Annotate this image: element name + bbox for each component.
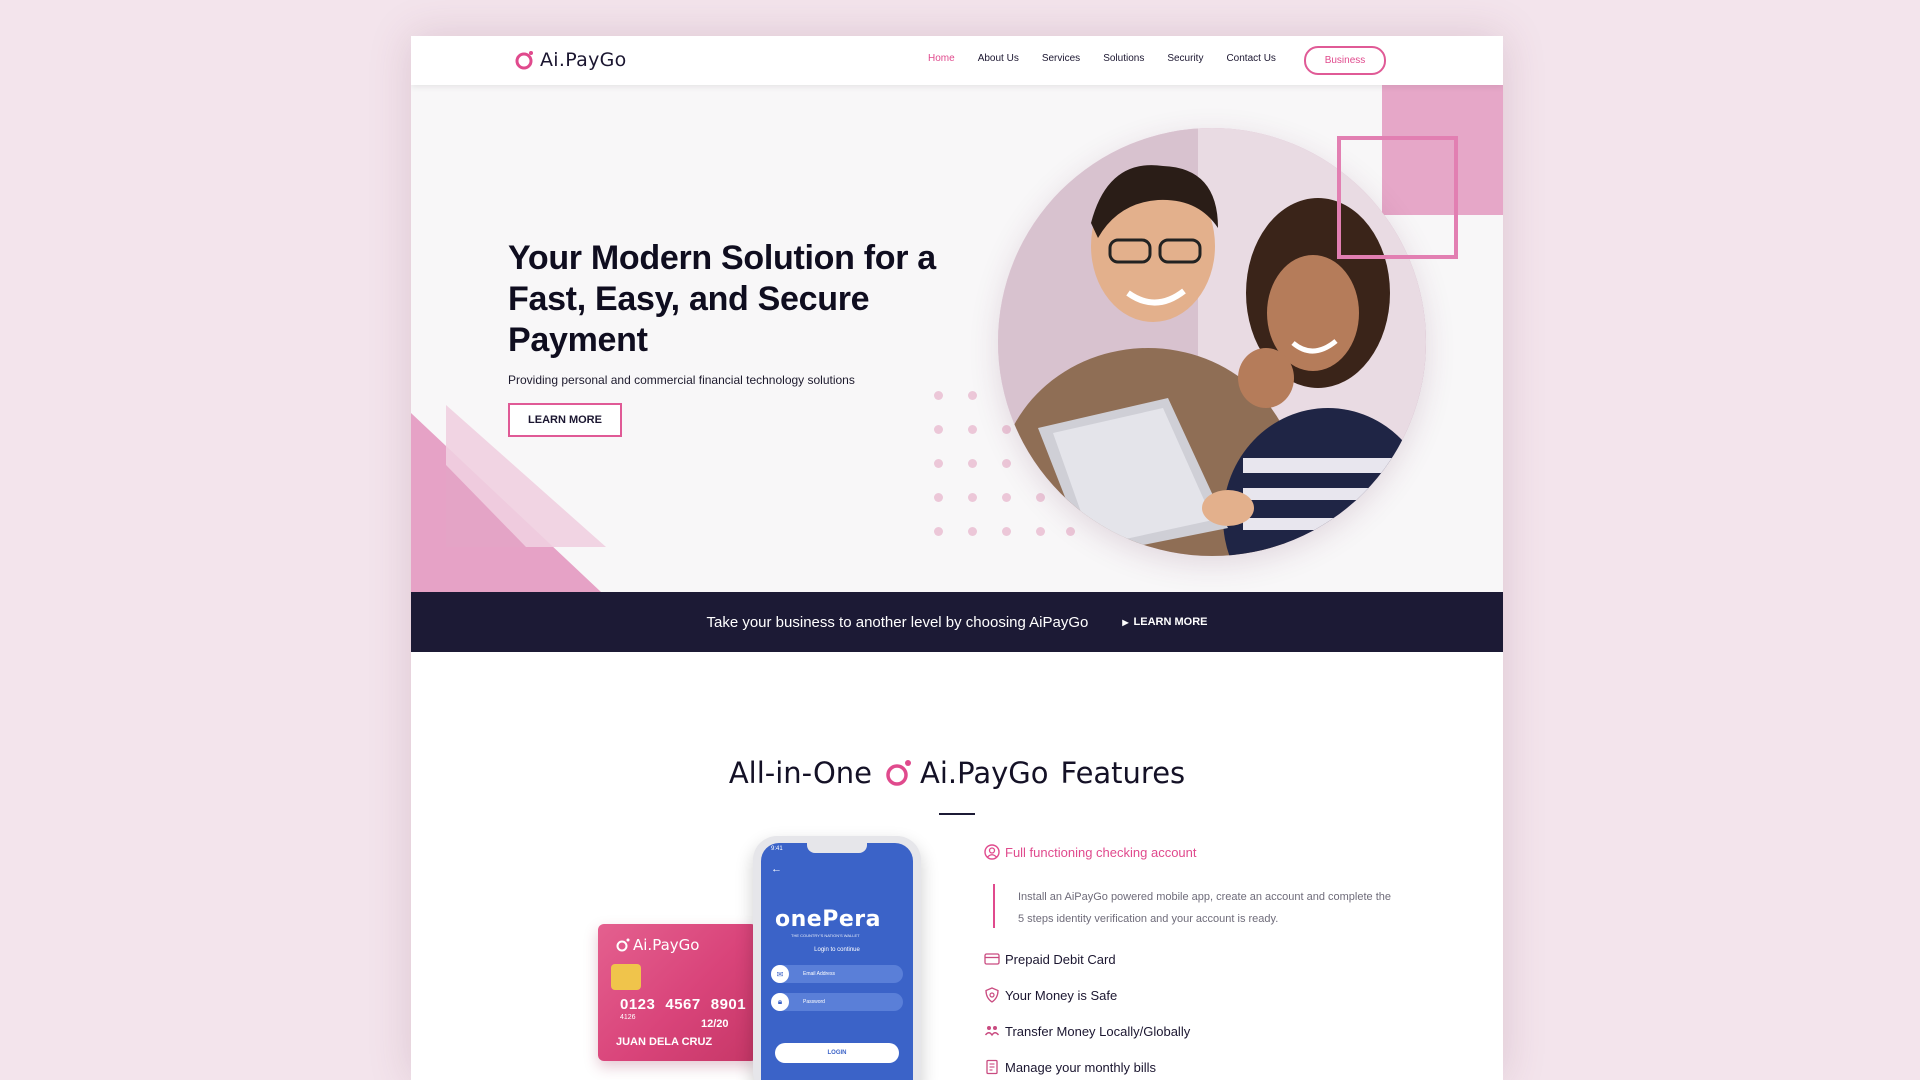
- nav-item-security[interactable]: Security: [1167, 53, 1203, 64]
- feature-item-prepaid-card[interactable]: Prepaid Debit Card: [984, 951, 1116, 967]
- features-title-brand: Ai.PayGo: [920, 756, 1049, 790]
- phone-notch: [807, 843, 867, 853]
- card-logo: Ai.PayGo: [616, 936, 699, 954]
- mail-icon: ✉: [771, 965, 789, 983]
- nav-item-home[interactable]: Home: [928, 53, 955, 64]
- card-holder-name: JUAN DELA CRUZ: [616, 1036, 713, 1048]
- hero-learn-more-button[interactable]: LEARN MORE: [508, 403, 622, 437]
- card-small-number: 4126: [620, 1014, 636, 1021]
- hero-section: Your Modern Solution for a Fast, Easy, a…: [411, 85, 1503, 592]
- business-button[interactable]: Business: [1304, 46, 1386, 75]
- card-number-group: 4567: [665, 996, 701, 1013]
- feature-item-label: Prepaid Debit Card: [1005, 951, 1116, 967]
- email-placeholder: Email Address: [803, 971, 835, 977]
- hero-subtitle: Providing personal and commercial financ…: [508, 373, 855, 387]
- caret-right-icon: ▶: [1122, 617, 1129, 627]
- login-hint: Login to continue: [814, 947, 860, 953]
- feature-item-bills[interactable]: Manage your monthly bills: [984, 1059, 1156, 1075]
- feature-item-label: Transfer Money Locally/Globally: [1005, 1023, 1191, 1039]
- user-circle-icon: [984, 844, 1000, 860]
- decorative-pink-frame: [1337, 136, 1458, 259]
- features-title-prefix: All-in-One: [728, 756, 873, 790]
- logo-mark-icon: [515, 51, 533, 70]
- card-number-group: 0123: [620, 996, 656, 1013]
- back-arrow-icon: ←: [771, 863, 782, 875]
- features-heading: All-in-One Ai.PayGo Features: [411, 756, 1503, 790]
- page-container: Ai.PayGo Home About Us Services Solution…: [411, 36, 1503, 1080]
- transfer-people-icon: [984, 1026, 1000, 1037]
- feature-highlight-bar: [993, 884, 995, 928]
- card-number-group: 8901: [710, 996, 747, 1013]
- email-field: ✉ Email Address: [771, 965, 903, 983]
- password-placeholder: Password: [803, 999, 825, 1005]
- card-brand: Ai.PayGo: [633, 936, 700, 954]
- shield-icon: [985, 987, 999, 1003]
- features-title-suffix: Features: [1060, 756, 1186, 790]
- section-divider: [939, 813, 975, 815]
- lock-icon: 🔒︎: [771, 993, 789, 1011]
- brand-logo[interactable]: Ai.PayGo: [514, 47, 627, 73]
- card-expiry: 12/20: [701, 1018, 729, 1030]
- feature-highlight-description: Install an AiPayGo powered mobile app, c…: [1018, 891, 1392, 925]
- cta-band-text: Take your business to another level by c…: [706, 613, 1089, 631]
- cta-learn-more-label: LEARN MORE: [1133, 616, 1208, 628]
- bill-icon: [986, 1059, 998, 1075]
- password-field: 🔒︎ Password: [771, 993, 903, 1011]
- cta-band: Take your business to another level by c…: [411, 592, 1503, 652]
- nav-item-solutions[interactable]: Solutions: [1103, 53, 1144, 64]
- nav-item-services[interactable]: Services: [1042, 53, 1080, 64]
- feature-item-money-safe[interactable]: Your Money is Safe: [984, 987, 1117, 1003]
- cta-learn-more-link[interactable]: ▶ LEARN MORE: [1122, 616, 1207, 628]
- nav-item-about[interactable]: About Us: [978, 53, 1019, 64]
- phone-screen: 9:41 ← onePera THE COUNTRY'S NATION'S WA…: [761, 843, 913, 1080]
- feature-item-label: Manage your monthly bills: [1005, 1059, 1157, 1075]
- phone-time: 9:41: [771, 846, 783, 852]
- credit-card-icon: [984, 953, 1000, 965]
- top-navbar: Ai.PayGo Home About Us Services Solution…: [411, 36, 1503, 85]
- feature-highlight[interactable]: Full functioning checking account: [984, 844, 1197, 860]
- feature-item-label: Your Money is Safe: [1005, 987, 1118, 1003]
- app-brand: onePera: [775, 907, 881, 932]
- hero-title: Your Modern Solution for a Fast, Easy, a…: [508, 239, 936, 359]
- app-tagline: THE COUNTRY'S NATION'S WALLET: [791, 933, 860, 938]
- nav-item-contact[interactable]: Contact Us: [1226, 53, 1275, 64]
- phone-login-button: LOGIN: [775, 1043, 899, 1063]
- main-menu: Home About Us Services Solutions Securit…: [928, 53, 1299, 64]
- feature-item-transfer[interactable]: Transfer Money Locally/Globally: [984, 1023, 1190, 1039]
- debit-card-image: Ai.PayGo 0123 4567 8901 4126 12/20 JUAN DE…: [598, 924, 757, 1061]
- logo-mark-icon: [886, 760, 912, 786]
- card-chip-icon: [611, 964, 641, 990]
- logo-mark-icon: [616, 938, 630, 952]
- card-number: 0123 4567 8901: [620, 996, 756, 1013]
- phone-mockup: 9:41 ← onePera THE COUNTRY'S NATION'S WA…: [753, 836, 921, 1080]
- feature-highlight-title: Full functioning checking account: [1005, 844, 1197, 860]
- brand-name: Ai.PayGo: [540, 49, 627, 71]
